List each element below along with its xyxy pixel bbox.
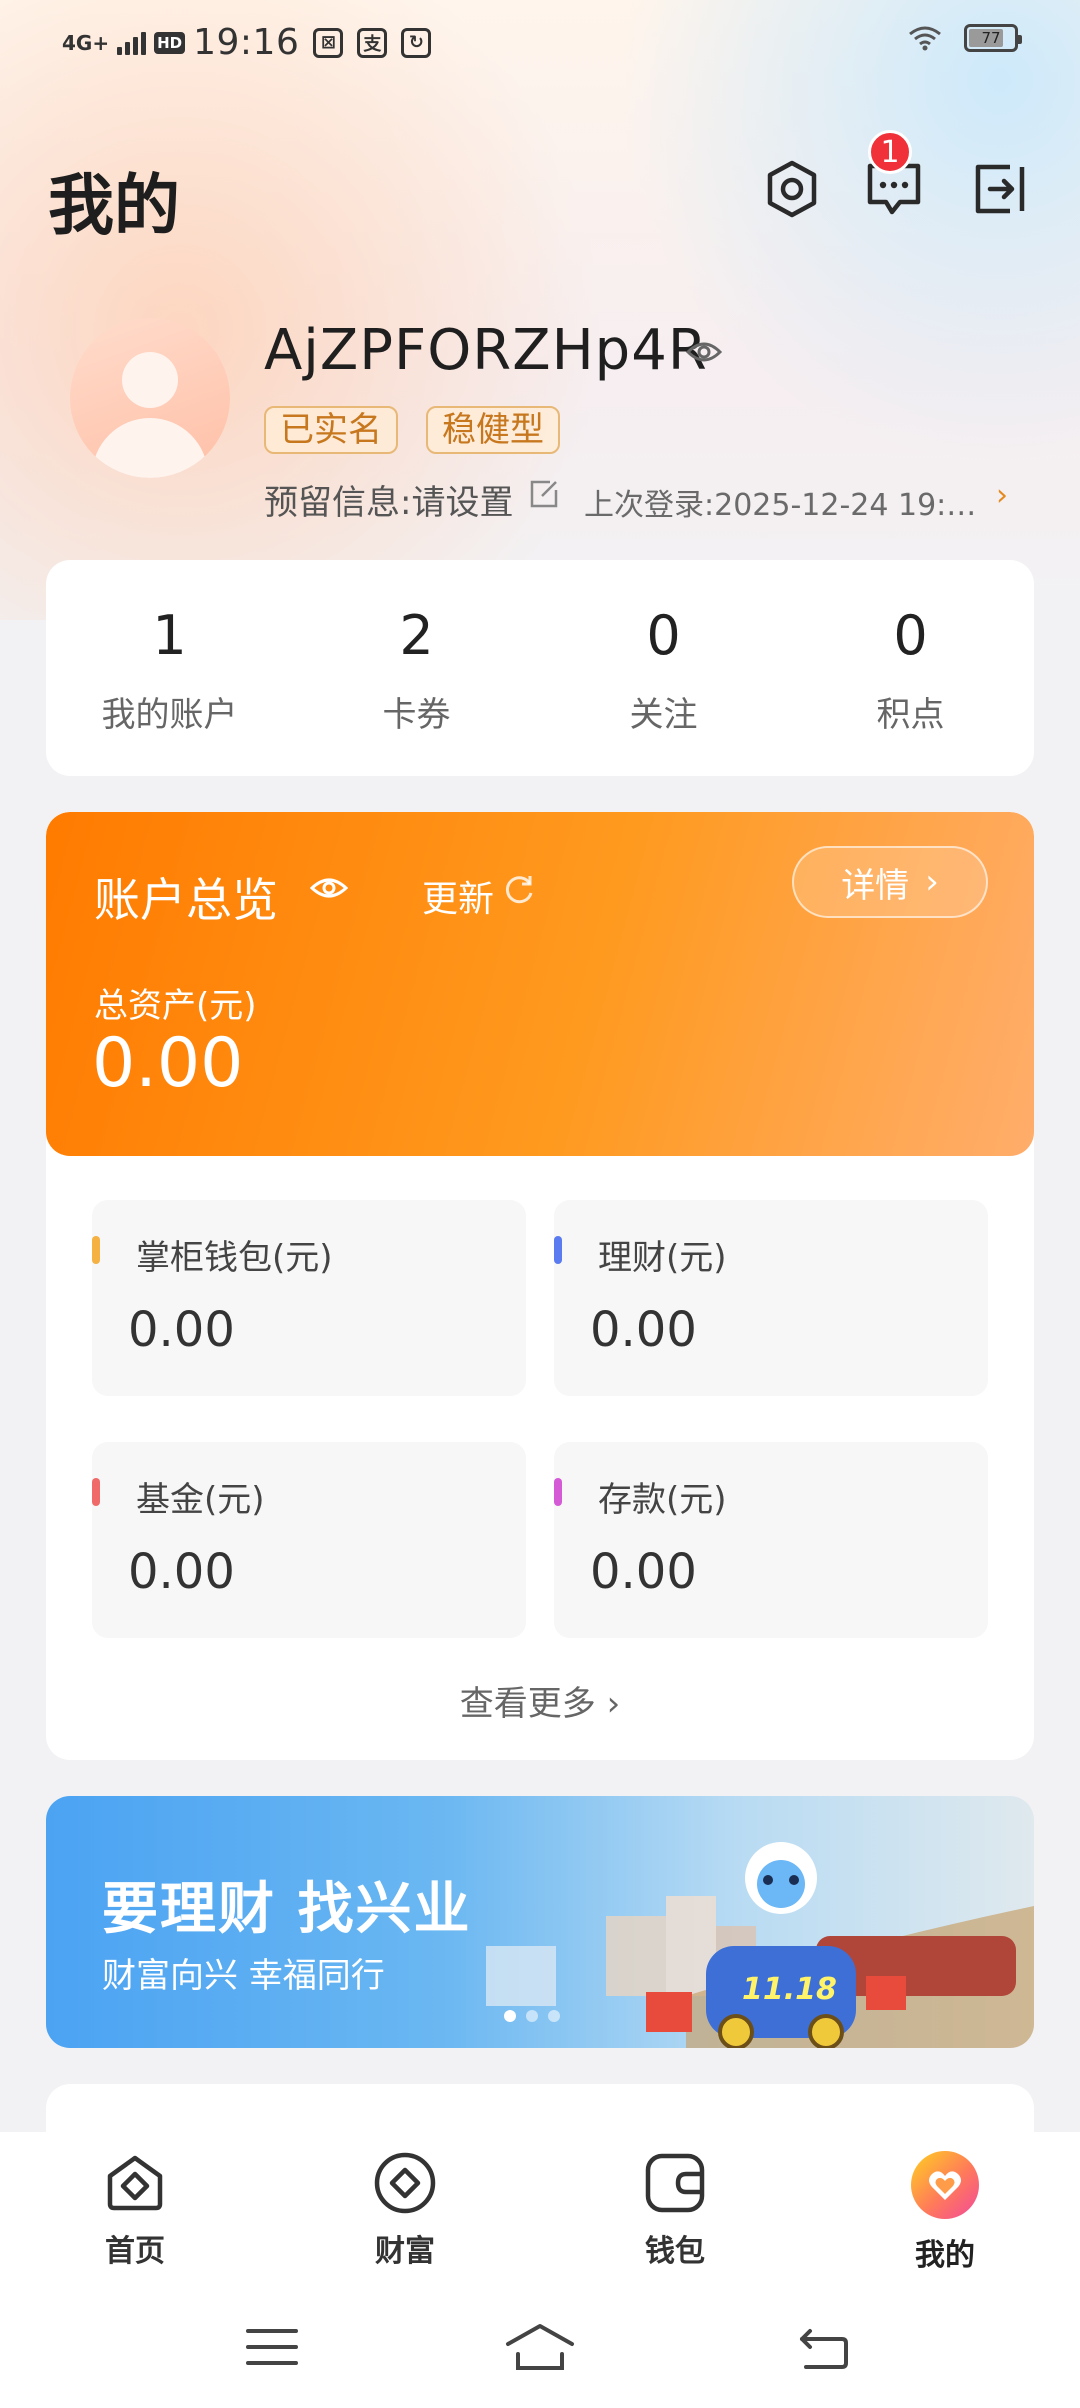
tab-label: 首页 [105, 2234, 165, 2269]
mine-icon [911, 2151, 979, 2219]
back-button[interactable] [784, 2312, 864, 2382]
tab-wallet[interactable]: 钱包 [540, 2132, 810, 2292]
network-type: 4G+ [62, 30, 110, 55]
total-assets-label: 总资产(元) [94, 986, 257, 1026]
browser-app-icon: ↻ [401, 27, 432, 58]
logout-button[interactable] [970, 158, 1030, 220]
asset-value: 0.00 [128, 1302, 235, 1358]
bottom-tab-bar: 首页 财富 钱包 我的 [0, 2132, 1080, 2292]
tab-label: 财富 [375, 2234, 435, 2269]
signal-icon [117, 31, 147, 55]
carousel-indicator [504, 2010, 560, 2022]
asset-fund[interactable]: 基金(元) 0.00 [92, 1442, 526, 1638]
chevron-right-icon[interactable]: › [996, 478, 1008, 513]
stat-value: 0 [893, 604, 928, 667]
asset-color-marker [92, 1236, 100, 1264]
update-button[interactable]: 更新 [422, 870, 494, 922]
stat-coupons[interactable]: 2 卡券 [293, 560, 540, 776]
stat-value: 2 [399, 604, 434, 667]
overview-title: 账户总览 [94, 873, 278, 927]
tab-label: 钱包 [645, 2234, 705, 2269]
refresh-icon[interactable] [502, 872, 536, 906]
asset-value: 0.00 [590, 1544, 697, 1600]
stat-my-accounts[interactable]: 1 我的账户 [46, 560, 293, 776]
stat-points[interactable]: 0 积点 [787, 560, 1034, 776]
home-outline-icon [506, 2324, 574, 2370]
home-nav-button[interactable] [500, 2312, 580, 2382]
asset-label: 掌柜钱包(元) [136, 1238, 333, 1278]
tab-wealth[interactable]: 财富 [270, 2132, 540, 2292]
see-more-link[interactable]: 查看更多 › [46, 1676, 1034, 1725]
notification-app-icon: ⊠ [313, 27, 344, 58]
eye-icon[interactable] [686, 338, 722, 366]
account-overview-card: 账户总览 更新 详情 › 总资产(元) 0.00 掌柜钱包(元) 0.00 理财… [46, 812, 1034, 1760]
banner-event-label: 11.18 [742, 1972, 837, 2007]
stat-label: 关注 [629, 695, 698, 735]
header-background [0, 0, 1080, 620]
home-icon [107, 2155, 163, 2211]
detail-label: 详情 [841, 865, 910, 906]
promo-banner[interactable]: 要理财 找兴业 财富向兴 幸福同行 11.18 [46, 1796, 1034, 2048]
clock: 19:16 [193, 22, 300, 63]
tab-mine[interactable]: 我的 [810, 2132, 1080, 2292]
chevron-right-icon: › [925, 862, 939, 902]
hd-icon: HD [154, 31, 186, 54]
asset-color-marker [554, 1236, 562, 1264]
battery-level: 77 [981, 29, 1001, 47]
overview-header: 账户总览 更新 详情 › 总资产(元) 0.00 [46, 812, 1034, 1156]
stat-value: 0 [646, 604, 681, 667]
banner-title: 要理财 找兴业 [102, 1877, 472, 1942]
wifi-icon [909, 26, 941, 51]
eye-icon[interactable] [310, 874, 348, 902]
asset-wallet[interactable]: 掌柜钱包(元) 0.00 [92, 1200, 526, 1396]
detail-button[interactable]: 详情 › [792, 846, 988, 918]
stat-label: 卡券 [382, 695, 451, 735]
logout-icon [975, 164, 1025, 214]
menu-button[interactable] [232, 2312, 312, 2382]
asset-wealth-management[interactable]: 理财(元) 0.00 [554, 1200, 988, 1396]
message-badge: 1 [868, 130, 912, 174]
banner-subtitle: 财富向兴 幸福同行 [102, 1956, 385, 1996]
reserved-info-link[interactable]: 预留信息:请设置 [264, 475, 513, 524]
verified-tag: 已实名 [264, 406, 398, 454]
asset-color-marker [92, 1478, 100, 1506]
asset-value: 0.00 [590, 1302, 697, 1358]
wallet-icon [645, 2153, 705, 2213]
stat-follows[interactable]: 0 关注 [540, 560, 787, 776]
page-title: 我的 [48, 167, 180, 244]
asset-value: 0.00 [128, 1544, 235, 1600]
status-bar: 4G+ HD 19:16 ⊠ 支 ↻ 77 [0, 0, 1080, 86]
payment-app-icon: 支 [357, 27, 388, 58]
menu-icon [246, 2329, 298, 2365]
asset-label: 存款(元) [598, 1480, 727, 1520]
tab-label: 我的 [915, 2238, 975, 2273]
edit-icon[interactable] [528, 478, 560, 510]
avatar[interactable] [70, 318, 230, 478]
battery-icon: 77 [964, 24, 1022, 52]
username: AjZPFORZHp4R [264, 318, 708, 383]
wealth-icon [374, 2152, 436, 2214]
asset-deposit[interactable]: 存款(元) 0.00 [554, 1442, 988, 1638]
risk-level-tag: 稳健型 [426, 406, 560, 454]
asset-label: 基金(元) [136, 1480, 265, 1520]
settings-button[interactable] [762, 158, 822, 220]
system-navigation-bar [0, 2292, 1080, 2408]
settings-icon [767, 160, 817, 218]
asset-color-marker [554, 1478, 562, 1506]
tab-home[interactable]: 首页 [0, 2132, 270, 2292]
stat-value: 1 [152, 604, 187, 667]
stat-label: 积点 [876, 695, 945, 735]
back-icon [800, 2329, 848, 2369]
total-assets-value: 0.00 [92, 1024, 244, 1103]
asset-label: 理财(元) [598, 1238, 727, 1278]
stats-card: 1 我的账户 2 卡券 0 关注 0 积点 [46, 560, 1034, 776]
stat-label: 我的账户 [101, 695, 238, 735]
last-login[interactable]: 上次登录:2025-12-24 19:0… [584, 480, 994, 524]
